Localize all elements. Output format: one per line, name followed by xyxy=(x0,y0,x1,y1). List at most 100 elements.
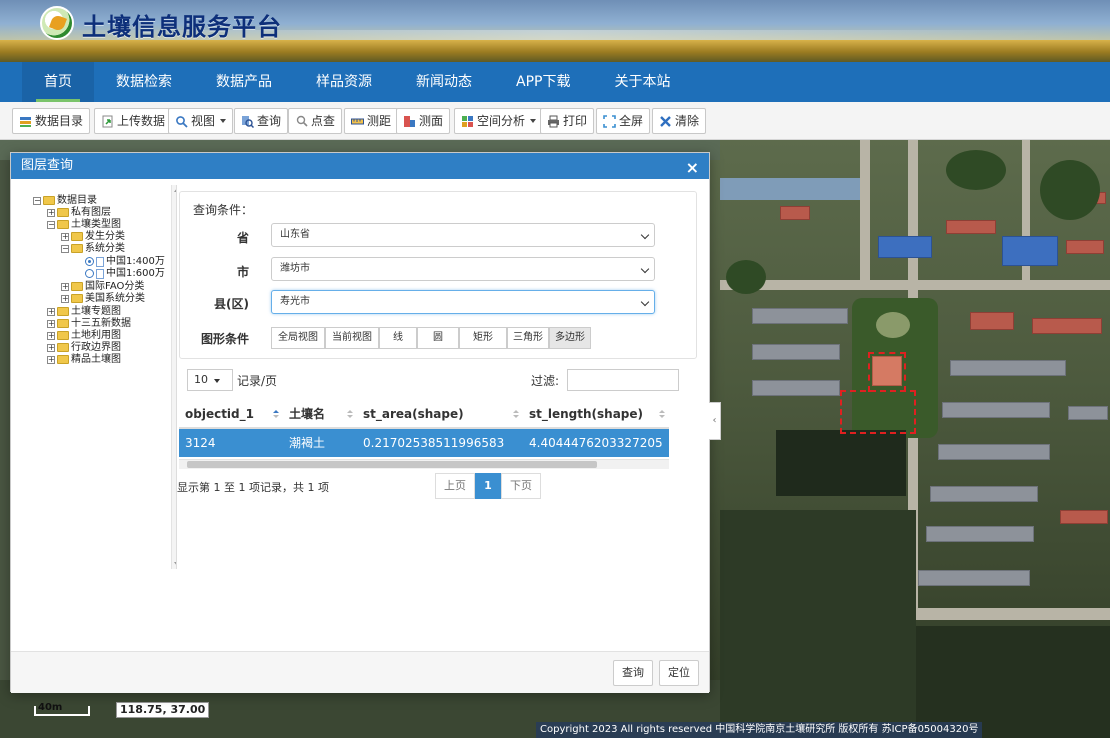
nav-app-download[interactable]: APP下载 xyxy=(494,62,592,102)
shape-circle-button[interactable]: 圆 xyxy=(417,327,459,349)
view-dropdown[interactable]: 视图 xyxy=(168,108,234,134)
tree-node-private-layers[interactable]: + 私有图层 xyxy=(47,207,111,218)
expand-icon[interactable]: + xyxy=(61,232,69,241)
measure-area-button[interactable]: 测面 xyxy=(396,108,451,134)
column-header-st-area[interactable]: st_area(shape) xyxy=(357,399,523,429)
page-size-select[interactable]: 10 xyxy=(187,369,233,391)
nav-data-products[interactable]: 数据产品 xyxy=(194,62,294,102)
tree-node-china-6m[interactable]: 中国1:600万 xyxy=(85,268,165,279)
shape-polygon-button[interactable]: 多边形 xyxy=(549,327,591,349)
expand-icon[interactable]: + xyxy=(47,331,55,340)
nav-news[interactable]: 新闻动态 xyxy=(394,62,494,102)
query-button[interactable]: 查询 xyxy=(234,108,289,134)
query-icon xyxy=(242,115,254,128)
collapse-icon[interactable]: − xyxy=(47,220,55,229)
query-submit-button[interactable]: 查询 xyxy=(613,660,653,686)
table-horizontal-scrollbar[interactable] xyxy=(179,459,669,469)
tree-node-soil-type-map[interactable]: − 土壤类型图 xyxy=(47,219,121,230)
county-select[interactable]: 寿光市 xyxy=(271,290,655,314)
chevron-down-icon xyxy=(530,119,537,123)
map-building xyxy=(1060,510,1108,524)
measure-distance-button[interactable]: 测距 xyxy=(344,108,399,134)
column-header-objectid[interactable]: objectid_1 xyxy=(179,399,283,429)
map-building xyxy=(918,570,1030,586)
tree-node-admin-boundary-map[interactable]: + 行政边界图 xyxy=(47,342,121,353)
tree-scrollbar[interactable] xyxy=(171,185,176,569)
folder-icon xyxy=(71,294,83,303)
tree-node-catalog[interactable]: − 数据目录 xyxy=(33,195,97,206)
collapse-icon[interactable]: − xyxy=(61,244,69,253)
table-cell-objectid[interactable]: 3124 xyxy=(179,429,283,457)
nav-sample-resources[interactable]: 样品资源 xyxy=(294,62,394,102)
layer-tree: − 数据目录 + 私有图层 − 土壤类型图 + 发生分类 − 系统分类 中国1:400万 … xyxy=(19,185,177,569)
close-icon[interactable]: × xyxy=(686,155,699,181)
shape-global-view-button[interactable]: 全局视图 xyxy=(271,327,325,349)
tree-node-land-use-map[interactable]: + 土地利用图 xyxy=(47,330,121,341)
tree-node-soil-thematic-map[interactable]: + 土壤专题图 xyxy=(47,306,121,317)
banner-field xyxy=(0,40,1110,62)
column-header-st-length[interactable]: st_length(shape) xyxy=(523,399,669,429)
chevron-down-icon xyxy=(640,264,650,274)
tree-node-china-4m[interactable]: 中国1:400万 xyxy=(85,256,165,267)
point-check-button[interactable]: 点查 xyxy=(288,108,343,134)
folder-icon xyxy=(57,307,69,316)
nav-data-search[interactable]: 数据检索 xyxy=(94,62,194,102)
radio-icon[interactable] xyxy=(85,269,94,278)
tree-node-system-classification[interactable]: − 系统分类 xyxy=(61,243,125,254)
tree-node-fine-soil-map[interactable]: + 精品土壤图 xyxy=(47,354,121,365)
point-check-label: 点查 xyxy=(311,114,336,128)
table-cell-st-length[interactable]: 4.4044476203327205 xyxy=(523,429,669,457)
view-label: 视图 xyxy=(191,114,216,128)
shape-rectangle-button[interactable]: 矩形 xyxy=(459,327,507,349)
table-cell-soil-name[interactable]: 潮褐土 xyxy=(283,429,357,457)
expand-icon[interactable]: + xyxy=(47,319,55,328)
fullscreen-button[interactable]: 全屏 xyxy=(596,108,651,134)
site-title: 土壤信息服务平台 xyxy=(82,13,282,41)
tree-node-fao-classification[interactable]: + 国际FAO分类 xyxy=(61,281,144,292)
tree-node-us-classification[interactable]: + 美国系统分类 xyxy=(61,293,145,304)
map-tree xyxy=(1040,160,1100,220)
nav-home[interactable]: 首页 xyxy=(22,62,94,102)
expand-icon[interactable]: + xyxy=(61,282,69,291)
scrollbar-thumb[interactable] xyxy=(187,461,597,468)
radio-selected-icon[interactable] xyxy=(85,257,94,266)
spatial-analysis-label: 空间分析 xyxy=(477,114,526,128)
filter-input[interactable] xyxy=(567,369,679,391)
expand-icon[interactable]: + xyxy=(47,208,55,217)
nav-about[interactable]: 关于本站 xyxy=(592,62,692,102)
column-header-soil-name[interactable]: 土壤名 xyxy=(283,399,357,429)
selected-polygon xyxy=(840,390,916,434)
collapse-icon[interactable]: − xyxy=(33,196,41,205)
panel-collapse-handle[interactable]: ‹ xyxy=(709,402,721,440)
area-icon xyxy=(404,115,415,127)
shape-current-view-button[interactable]: 当前视图 xyxy=(325,327,379,349)
upload-button[interactable]: 上传数据 xyxy=(94,108,173,134)
expand-icon[interactable]: + xyxy=(47,355,55,364)
expand-icon[interactable]: + xyxy=(61,294,69,303)
shape-line-button[interactable]: 线 xyxy=(379,327,417,349)
clear-button[interactable]: 清除 xyxy=(652,108,707,134)
page-1-button[interactable]: 1 xyxy=(475,473,501,499)
catalog-button[interactable]: 数据目录 xyxy=(12,108,91,134)
province-select[interactable]: 山东省 xyxy=(271,223,655,247)
chevron-down-icon xyxy=(214,379,220,383)
prev-page-button[interactable]: 上页 xyxy=(435,473,475,499)
clear-label: 清除 xyxy=(675,114,700,128)
map-road xyxy=(860,140,870,280)
folder-icon xyxy=(57,355,69,364)
tree-node-genetic-classification[interactable]: + 发生分类 xyxy=(61,231,125,242)
spatial-analysis-icon xyxy=(462,115,473,127)
expand-icon[interactable]: + xyxy=(47,343,55,352)
city-select[interactable]: 潍坊市 xyxy=(271,257,655,281)
next-page-button[interactable]: 下页 xyxy=(501,473,541,499)
expand-icon[interactable]: + xyxy=(47,307,55,316)
map-building xyxy=(752,344,840,360)
table-cell-st-area[interactable]: 0.21702538511996583 xyxy=(357,429,523,457)
print-button[interactable]: 打印 xyxy=(540,108,595,134)
tree-node-135-data[interactable]: + 十三五新数据 xyxy=(47,318,131,329)
locate-button[interactable]: 定位 xyxy=(659,660,699,686)
chevron-down-icon xyxy=(220,119,227,123)
map-road xyxy=(720,178,866,200)
shape-triangle-button[interactable]: 三角形 xyxy=(507,327,549,349)
spatial-analysis-dropdown[interactable]: 空间分析 xyxy=(454,108,544,134)
